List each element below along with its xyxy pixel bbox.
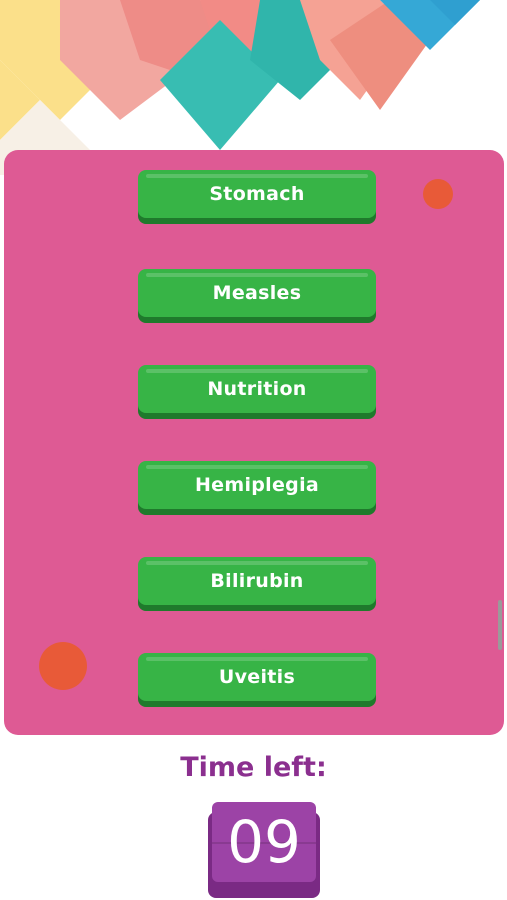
decorative-dot [423,179,453,209]
decorative-banner [0,0,507,175]
answer-label: Hemiplegia [194,474,320,496]
answer-label: Nutrition [207,378,307,400]
button-face: Nutrition [138,365,376,413]
answer-label: Uveitis [218,666,296,688]
button-face: Stomach [138,170,376,218]
timer-display: 09 [208,802,320,898]
answer-button-uveitis[interactable]: Uveitis [138,653,376,707]
button-face: Hemiplegia [138,461,376,509]
timer-label: Time left: [180,752,327,783]
button-face: Bilirubin [138,557,376,605]
answer-button-bilirubin[interactable]: Bilirubin [138,557,376,611]
button-face: Measles [138,269,376,317]
decorative-diamonds-graphic [0,0,480,175]
quiz-panel: Stomach Measles Nutrition Hemiplegia Bil… [4,150,504,735]
answer-button-nutrition[interactable]: Nutrition [138,365,376,419]
answer-button-measles[interactable]: Measles [138,269,376,323]
answer-label: Bilirubin [210,570,304,592]
answer-label: Measles [212,282,302,304]
decorative-dot [39,642,87,690]
answer-label: Stomach [209,183,305,205]
timer-box-face: 09 [212,802,316,882]
timer-value: 09 [227,808,301,876]
scrollbar[interactable] [498,600,502,650]
button-face: Uveitis [138,653,376,701]
answer-button-stomach[interactable]: Stomach [138,170,376,224]
answer-button-hemiplegia[interactable]: Hemiplegia [138,461,376,515]
